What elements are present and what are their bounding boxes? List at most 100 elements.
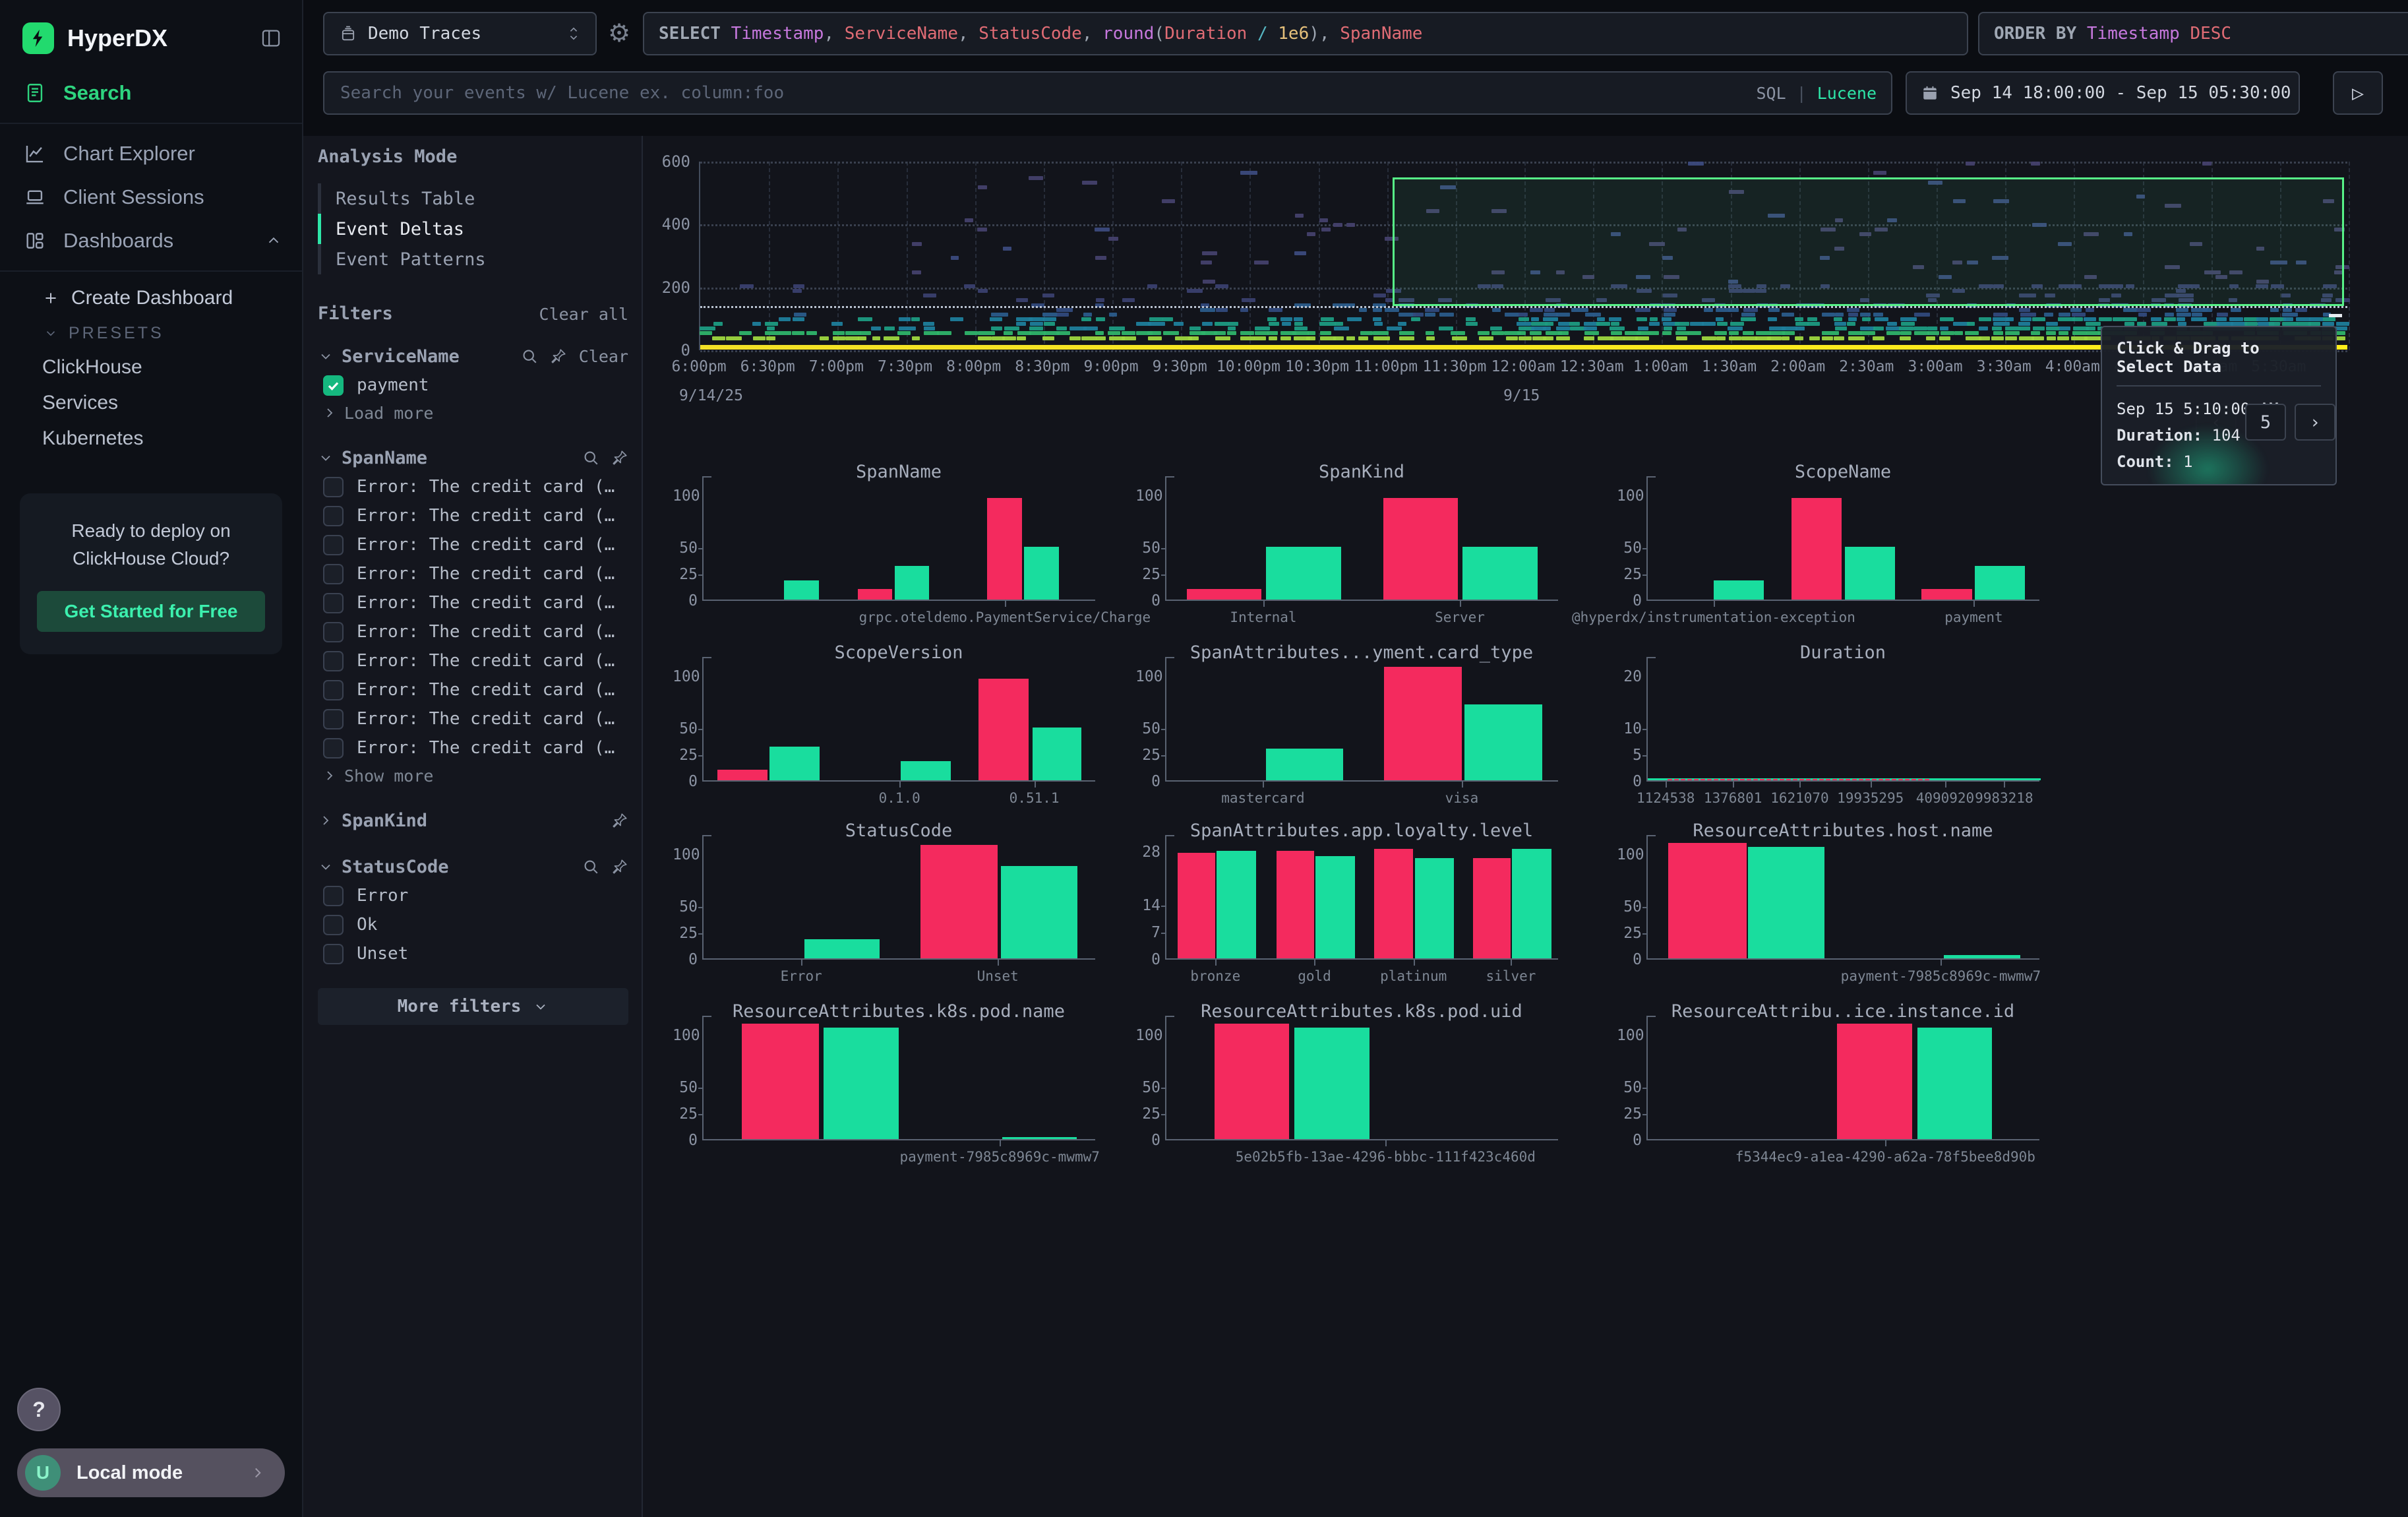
- run-query-button[interactable]: ▷: [2333, 71, 2383, 115]
- bar[interactable]: [1921, 589, 1972, 600]
- pin-icon[interactable]: [611, 812, 628, 829]
- filter-group-header[interactable]: StatusCode: [318, 852, 628, 881]
- bar[interactable]: [1266, 547, 1340, 600]
- orderby-editor[interactable]: ORDER BY Timestamp DESC: [1978, 12, 2408, 55]
- bar[interactable]: [1217, 851, 1256, 958]
- bar[interactable]: [1668, 779, 1931, 780]
- bar[interactable]: [1294, 1028, 1369, 1139]
- bar[interactable]: [804, 939, 880, 958]
- bar[interactable]: [1374, 849, 1414, 958]
- filter-group-header[interactable]: SpanKind: [318, 806, 628, 835]
- search-input[interactable]: [339, 82, 1743, 104]
- chart-plot[interactable]: [702, 485, 1095, 601]
- analysis-option-results-table[interactable]: Results Table: [318, 183, 628, 214]
- checkbox[interactable]: [323, 564, 344, 584]
- sidebar-collapse-icon[interactable]: [260, 27, 282, 49]
- chart-plot[interactable]: [702, 844, 1095, 960]
- bar[interactable]: [1512, 849, 1551, 958]
- toggle-sql[interactable]: SQL: [1756, 84, 1786, 103]
- bar[interactable]: [1473, 858, 1511, 958]
- bar[interactable]: [920, 845, 998, 958]
- bar[interactable]: [987, 498, 1021, 600]
- filter-group-header[interactable]: SpanName: [318, 443, 628, 472]
- selection-region[interactable]: [1393, 177, 2344, 306]
- pin-icon[interactable]: [611, 449, 628, 466]
- search-icon[interactable]: [582, 449, 599, 466]
- gear-icon[interactable]: ⚙: [608, 18, 630, 47]
- bar[interactable]: [1033, 728, 1082, 780]
- checkbox[interactable]: [323, 477, 344, 497]
- toggle-lucene[interactable]: Lucene: [1817, 84, 1877, 103]
- checkbox[interactable]: [323, 593, 344, 613]
- bar[interactable]: [1791, 498, 1842, 600]
- chart-plot[interactable]: [1646, 1025, 2039, 1140]
- bar[interactable]: [769, 747, 820, 780]
- checkbox[interactable]: [323, 915, 344, 935]
- filter-checkbox-item[interactable]: Error: The credit card (…: [318, 675, 628, 704]
- filter-checkbox-item[interactable]: Error: The credit card (…: [318, 733, 628, 762]
- search-icon[interactable]: [521, 348, 538, 365]
- get-started-button[interactable]: Get Started for Free: [37, 591, 265, 632]
- bar[interactable]: [1975, 566, 2025, 600]
- bar[interactable]: [1215, 1024, 1289, 1139]
- sidebar-item-clickhouse[interactable]: ClickHouse: [0, 350, 302, 385]
- sidebar-item-client-sessions[interactable]: Client Sessions: [0, 175, 302, 219]
- filter-checkbox-item[interactable]: Error: The credit card (…: [318, 530, 628, 559]
- source-select[interactable]: Demo Traces: [323, 12, 597, 55]
- bar[interactable]: [1944, 955, 2020, 958]
- sidebar-item-chart-explorer[interactable]: Chart Explorer: [0, 132, 302, 175]
- chart-plot[interactable]: [702, 666, 1095, 782]
- bar[interactable]: [1714, 580, 1764, 600]
- page-next-button[interactable]: ›: [2295, 404, 2335, 441]
- page-number-button[interactable]: 5: [2245, 404, 2286, 441]
- checkbox[interactable]: [323, 375, 344, 396]
- filter-checkbox-item[interactable]: Error: The credit card (…: [318, 501, 628, 530]
- heatmap-plot[interactable]: [699, 162, 2347, 350]
- bar[interactable]: [858, 589, 892, 600]
- help-button[interactable]: ?: [17, 1388, 61, 1431]
- filter-checkbox-item[interactable]: payment: [318, 371, 628, 400]
- analysis-option-event-patterns[interactable]: Event Patterns: [318, 244, 628, 274]
- bar[interactable]: [978, 679, 1029, 780]
- bar[interactable]: [1837, 1024, 1911, 1139]
- bar[interactable]: [895, 566, 929, 600]
- filter-checkbox-item[interactable]: Error: The credit card (…: [318, 646, 628, 675]
- bar[interactable]: [1917, 1028, 1992, 1139]
- checkbox[interactable]: [323, 651, 344, 671]
- chart-plot[interactable]: [1165, 666, 1558, 782]
- chart-plot[interactable]: [1165, 1025, 1558, 1140]
- clear-filter-button[interactable]: Clear: [579, 347, 628, 366]
- bar[interactable]: [717, 770, 768, 780]
- chart-plot[interactable]: [1646, 666, 2039, 782]
- filter-checkbox-item[interactable]: Error: The credit card (…: [318, 472, 628, 501]
- sql-select-editor[interactable]: SELECT Timestamp, ServiceName, StatusCod…: [643, 12, 1968, 55]
- bar[interactable]: [1178, 853, 1215, 958]
- checkbox[interactable]: [323, 944, 344, 964]
- bar[interactable]: [1187, 589, 1261, 600]
- bar[interactable]: [824, 1028, 898, 1139]
- more-filters-button[interactable]: More filters: [318, 988, 628, 1025]
- filter-checkbox-item[interactable]: Error: [318, 881, 628, 910]
- filter-checkbox-item[interactable]: Ok: [318, 910, 628, 939]
- chart-plot[interactable]: [1646, 485, 2039, 601]
- search-icon[interactable]: [582, 858, 599, 875]
- checkbox[interactable]: [323, 506, 344, 526]
- sidebar-item-dashboards[interactable]: Dashboards: [0, 219, 302, 263]
- bar[interactable]: [1384, 667, 1461, 780]
- chart-plot[interactable]: [1646, 844, 2039, 960]
- local-mode-menu[interactable]: U Local mode: [17, 1448, 285, 1497]
- bar[interactable]: [1002, 1137, 1077, 1139]
- filter-checkbox-item[interactable]: Error: The credit card (…: [318, 559, 628, 588]
- chart-plot[interactable]: [702, 1025, 1095, 1140]
- bar[interactable]: [901, 761, 951, 780]
- bar[interactable]: [1315, 856, 1355, 958]
- bar[interactable]: [1383, 498, 1458, 600]
- sidebar-item-services[interactable]: Services: [0, 385, 302, 421]
- pin-icon[interactable]: [550, 348, 567, 365]
- checkbox[interactable]: [323, 738, 344, 758]
- bar[interactable]: [1845, 547, 1895, 600]
- checkbox[interactable]: [323, 680, 344, 700]
- bar[interactable]: [784, 580, 818, 600]
- bar[interactable]: [1464, 704, 1542, 780]
- analysis-option-event-deltas[interactable]: Event Deltas: [318, 214, 628, 244]
